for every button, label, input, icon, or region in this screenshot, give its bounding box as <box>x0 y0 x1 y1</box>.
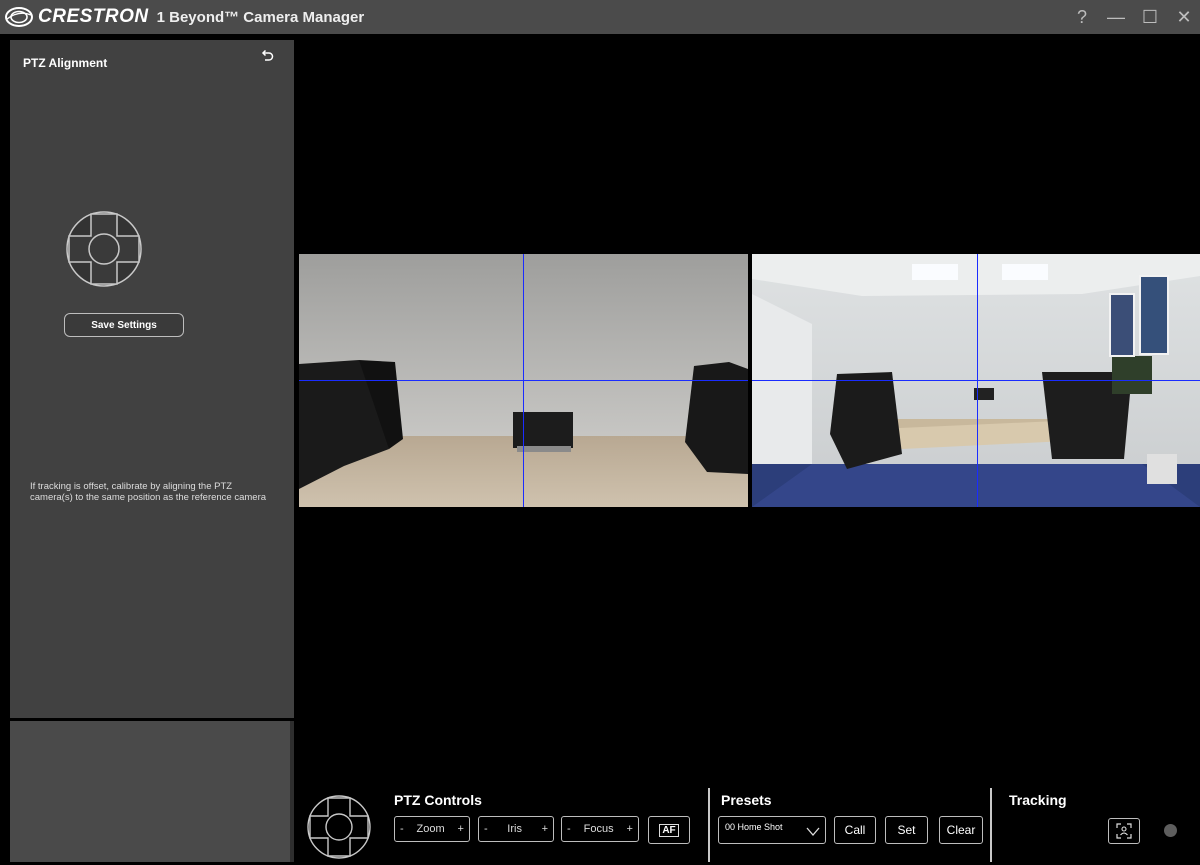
focus-minus[interactable]: - <box>567 823 571 835</box>
minimize-button[interactable]: — <box>1106 7 1126 28</box>
sidebar-lower-panel <box>10 721 290 862</box>
brand-name: CRESTRON <box>38 6 149 27</box>
panel-title: PTZ Alignment <box>23 56 108 70</box>
zoom-minus[interactable]: - <box>400 823 404 835</box>
preset-select[interactable]: 00 Home Shot <box>718 816 826 844</box>
reference-camera-view[interactable] <box>752 254 1200 507</box>
zoom-label: Zoom <box>416 823 445 835</box>
ptz-camera-view[interactable] <box>299 254 748 507</box>
window-controls: ? — ☐ ✕ <box>1072 0 1194 34</box>
pan-tilt-joystick[interactable] <box>65 210 143 293</box>
close-button[interactable]: ✕ <box>1174 7 1194 28</box>
presets-title: Presets <box>721 792 772 808</box>
app-title: 1 Beyond™ Camera Manager <box>156 8 365 26</box>
tracking-toggle-button[interactable] <box>1108 818 1140 844</box>
help-button[interactable]: ? <box>1072 7 1092 28</box>
zoom-control[interactable]: - Zoom + <box>394 816 470 842</box>
focus-plus[interactable]: + <box>627 823 633 835</box>
crosshair-vertical <box>523 254 524 507</box>
ptz-joystick[interactable] <box>306 794 372 865</box>
focus-control[interactable]: - Focus + <box>561 816 639 842</box>
af-label: AF <box>659 823 679 837</box>
title-bar: CRESTRON 1 Beyond™ Camera Manager ? — ☐ … <box>0 0 1200 34</box>
tracking-icon <box>1116 823 1132 839</box>
iris-label: Iris <box>507 823 522 835</box>
tracking-status-indicator <box>1164 824 1177 837</box>
crestron-logo-icon <box>5 7 33 27</box>
iris-control[interactable]: - Iris + <box>478 816 554 842</box>
divider <box>708 788 710 862</box>
clear-preset-button[interactable]: Clear <box>939 816 983 844</box>
ptz-alignment-panel: PTZ Alignment Save Settings If tracking … <box>10 40 294 718</box>
zoom-plus[interactable]: + <box>458 823 464 835</box>
tracking-title: Tracking <box>1009 792 1067 808</box>
call-preset-button[interactable]: Call <box>834 816 876 844</box>
crosshair-vertical <box>977 254 978 507</box>
undo-icon[interactable] <box>260 49 274 68</box>
maximize-button[interactable]: ☐ <box>1140 7 1160 28</box>
divider <box>990 788 992 862</box>
focus-label: Focus <box>583 823 614 835</box>
iris-plus[interactable]: + <box>542 823 548 835</box>
app-logo: CRESTRON <box>4 6 149 28</box>
save-settings-button[interactable]: Save Settings <box>64 313 184 337</box>
control-bar: PTZ Controls - Zoom + - Iris + - Focus +… <box>294 782 1200 862</box>
auto-focus-button[interactable]: AF <box>648 816 690 844</box>
set-preset-button[interactable]: Set <box>885 816 928 844</box>
calibration-hint: If tracking is offset, calibrate by alig… <box>30 481 267 503</box>
ptz-controls-title: PTZ Controls <box>394 792 482 808</box>
chevron-down-icon <box>806 827 820 836</box>
iris-minus[interactable]: - <box>484 823 488 835</box>
preset-selected-value: 00 Home Shot <box>725 822 783 832</box>
crosshair-horizontal <box>752 380 1200 381</box>
